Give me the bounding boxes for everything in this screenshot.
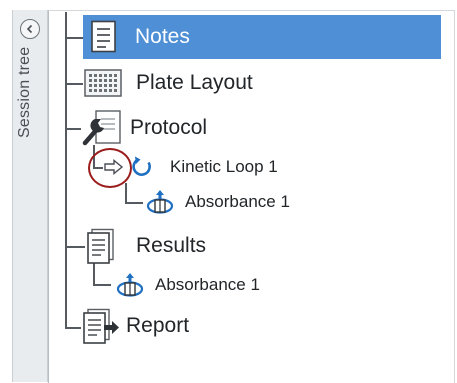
tree-item-label: Notes — [135, 25, 190, 48]
tree-item-plate-layout[interactable]: Plate Layout — [84, 65, 253, 101]
tree-root-line — [65, 12, 67, 328]
wrench-icon — [82, 109, 126, 147]
session-tree-strip: Session tree — [12, 10, 48, 382]
tree-item-label: Plate Layout — [136, 71, 253, 94]
loop-icon — [130, 155, 154, 179]
notes-icon — [90, 20, 118, 54]
tree-branch-report — [65, 327, 81, 329]
plate-grid-icon — [84, 68, 122, 98]
tree-item-notes[interactable]: Notes — [90, 17, 190, 57]
tree-item-label: Absorbance 1 — [185, 192, 290, 211]
tree-item-results[interactable]: Results — [86, 227, 206, 265]
tree-item-label: Results — [136, 234, 207, 257]
tree-item-label: Kinetic Loop 1 — [170, 157, 278, 176]
report-icon — [82, 308, 122, 344]
session-window: Session tree Notes Plate Layout Protocol… — [0, 0, 457, 383]
highlight-circle-annotation — [88, 148, 132, 188]
tree-branch-plate — [65, 83, 83, 85]
tree-branch-absorbance-2 — [93, 284, 111, 286]
tree-item-label: Protocol — [130, 116, 208, 139]
tree-item-absorbance-protocol[interactable]: Absorbance 1 — [146, 188, 290, 216]
absorbance-icon — [146, 189, 174, 215]
tree-results-child-line — [93, 263, 95, 285]
tree-item-report[interactable]: Report — [82, 307, 189, 345]
tree-item-label: Absorbance 1 — [155, 275, 260, 294]
results-icon — [86, 228, 116, 264]
chevron-left-icon[interactable] — [20, 19, 40, 39]
absorbance-icon — [116, 272, 144, 298]
tree-item-label: Report — [126, 314, 190, 337]
tree-branch-absorbance-1 — [125, 202, 143, 204]
tree-item-protocol[interactable]: Protocol — [82, 108, 207, 148]
tree-item-absorbance-results[interactable]: Absorbance 1 — [116, 271, 260, 299]
tree-branch-protocol — [65, 128, 81, 130]
tree-kinetic-child-line — [125, 183, 127, 203]
tree-branch-notes — [65, 37, 83, 39]
tree-branch-results — [65, 246, 85, 248]
session-tree-label[interactable]: Session tree — [16, 47, 34, 159]
